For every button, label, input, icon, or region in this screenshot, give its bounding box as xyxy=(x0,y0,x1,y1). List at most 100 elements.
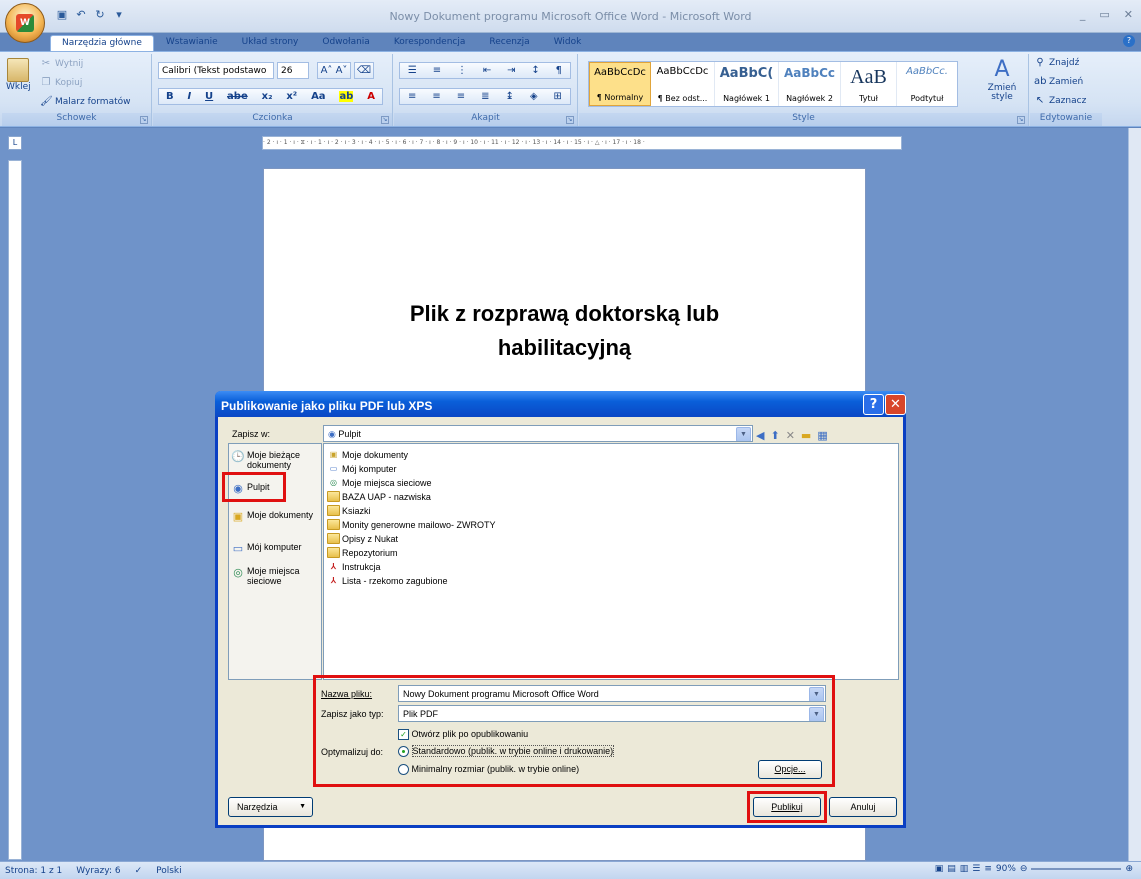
paste-button[interactable]: Wklej xyxy=(6,58,31,92)
spellcheck-icon[interactable]: ✓ xyxy=(135,866,143,876)
outline-icon[interactable]: ☰ xyxy=(972,864,980,874)
list-item[interactable]: ◎ Moje miejsca sieciowe xyxy=(327,476,432,489)
optimize-standard-radio[interactable]: Standardowo (publik. w trybie online i d… xyxy=(398,745,615,758)
list-item[interactable]: BAZA UAP - nazwiska xyxy=(327,490,431,503)
highlight-icon[interactable]: ab xyxy=(339,91,354,102)
zoom-level[interactable]: 90% xyxy=(996,864,1016,874)
tab-references[interactable]: Odwołania xyxy=(310,34,381,51)
file-list[interactable]: ▣ Moje dokumenty ▭ Mój komputer ◎ Moje miej… xyxy=(323,443,899,680)
optimize-minimal-radio[interactable]: Minimalny rozmiar (publik. w trybie onli… xyxy=(398,764,579,776)
place-network[interactable]: ◎ Moje miejsca sieciowe xyxy=(231,566,319,586)
cut-button[interactable]: ✂ Wytnij xyxy=(40,58,84,70)
place-my-computer[interactable]: ▭ Mój komputer xyxy=(231,542,319,556)
tab-view[interactable]: Widok xyxy=(542,34,594,51)
underline-icon[interactable]: U xyxy=(205,91,213,102)
publish-button[interactable]: Publikuj xyxy=(753,797,821,817)
case-icon[interactable]: Aa xyxy=(311,91,326,102)
filename-field[interactable]: Nowy Dokument programu Microsoft Office … xyxy=(398,685,826,702)
list-item[interactable]: Ksiazki xyxy=(327,504,371,517)
word-count[interactable]: Wyrazy: 6 xyxy=(76,866,120,876)
line-spacing-icon[interactable]: ↨ xyxy=(505,91,513,102)
chevron-down-icon[interactable]: ▼ xyxy=(736,427,751,441)
clipboard-launcher-icon[interactable]: ↘ xyxy=(140,116,148,124)
place-recent[interactable]: 🕒 Moje bieżące dokumenty xyxy=(231,450,319,470)
superscript-icon[interactable]: x² xyxy=(286,91,297,102)
language[interactable]: Polski xyxy=(156,866,182,876)
options-button[interactable]: Opcje... xyxy=(758,760,822,779)
numbering-icon[interactable]: ≡ xyxy=(433,65,441,76)
list-item[interactable]: Repozytorium xyxy=(327,546,398,559)
grow-shrink-font-button[interactable]: A˄ A˅ xyxy=(317,62,351,79)
save-in-combo[interactable]: ◉ Pulpit ▼ xyxy=(323,425,753,442)
align-left-icon[interactable]: ≡ xyxy=(408,91,416,102)
list-item[interactable]: ⅄ Lista - rzekomo zagubione xyxy=(327,574,448,587)
filetype-select[interactable]: Plik PDF ▼ xyxy=(398,705,826,722)
web-layout-icon[interactable]: ▥ xyxy=(960,864,969,874)
pilcrow-icon[interactable]: ¶ xyxy=(556,65,562,76)
help-icon[interactable]: ? xyxy=(1123,35,1135,47)
chevron-down-icon[interactable]: ▼ xyxy=(809,707,824,721)
style-subtitle[interactable]: AaBbCc. Podtytuł xyxy=(897,62,957,106)
clear-format-icon[interactable]: ⌫ xyxy=(354,62,374,79)
views-icon[interactable]: ▦ xyxy=(817,429,827,442)
subscript-icon[interactable]: x₂ xyxy=(262,91,273,102)
dialog-help-icon[interactable]: ? xyxy=(863,394,884,415)
zoom-slider[interactable] xyxy=(1031,868,1122,870)
list-toolbar[interactable]: ☰ ≡ ⋮ ⇤ ⇥ ↕ ¶ xyxy=(399,62,571,79)
zoom-out-icon[interactable]: ⊖ xyxy=(1020,864,1028,874)
minimize-icon[interactable]: _ xyxy=(1080,8,1086,21)
copy-button[interactable]: ❐ Kopiuj xyxy=(40,77,83,89)
format-painter-button[interactable]: 🖌 Malarz formatów xyxy=(40,96,130,108)
find-button[interactable]: ⚲ Znajdź xyxy=(1034,57,1079,69)
outdent-icon[interactable]: ⇥ xyxy=(507,65,515,76)
page-count[interactable]: Strona: 1 z 1 xyxy=(5,866,62,876)
list-item[interactable]: ▭ Mój komputer xyxy=(327,462,397,475)
font-launcher-icon[interactable]: ↘ xyxy=(381,116,389,124)
vertical-scrollbar[interactable] xyxy=(1128,128,1141,861)
font-size-combo[interactable]: 26 xyxy=(277,62,309,79)
shading-icon[interactable]: ◈ xyxy=(530,91,538,102)
tab-mailings[interactable]: Korespondencja xyxy=(382,34,478,51)
list-item[interactable]: ⅄ Instrukcja xyxy=(327,560,380,573)
up-folder-icon[interactable]: ⬆ xyxy=(770,429,779,442)
change-styles-button[interactable]: A Zmień style xyxy=(982,56,1022,102)
open-after-checkbox[interactable]: ✓ Otwórz plik po opublikowaniu xyxy=(398,729,528,741)
print-layout-icon[interactable]: ▣ xyxy=(935,864,944,874)
tab-selector-icon[interactable]: L xyxy=(8,136,22,150)
strike-icon[interactable]: abe xyxy=(227,91,248,102)
select-button[interactable]: ↖ Zaznacz xyxy=(1034,95,1087,107)
list-item[interactable]: ▣ Moje dokumenty xyxy=(327,448,408,461)
align-right-icon[interactable]: ≡ xyxy=(457,91,465,102)
horizontal-ruler[interactable]: · 2 · ı · 1 · ı · ⧖ · ı · 1 · ı · 2 · ı … xyxy=(262,136,902,150)
justify-icon[interactable]: ≣ xyxy=(481,91,489,102)
align-toolbar[interactable]: ≡ ≡ ≡ ≣ ↨ ◈ ⊞ xyxy=(399,88,571,105)
tab-review[interactable]: Recenzja xyxy=(477,34,541,51)
vertical-ruler[interactable] xyxy=(8,160,22,860)
delete-icon[interactable]: ✕ xyxy=(786,429,795,442)
document-heading[interactable]: Plik z rozprawą doktorską lub habilitacy… xyxy=(264,297,865,365)
style-normal[interactable]: AaBbCcDc ¶ Normalny xyxy=(589,62,651,106)
borders-icon[interactable]: ⊞ xyxy=(554,91,562,102)
tab-home[interactable]: Narzędzia główne xyxy=(50,35,154,51)
back-icon[interactable]: ◀ xyxy=(756,429,764,442)
style-title[interactable]: AaB Tytuł xyxy=(841,62,897,106)
dialog-close-icon[interactable]: ✕ xyxy=(885,394,906,415)
close-icon[interactable]: ✕ xyxy=(1124,8,1133,21)
style-heading-2[interactable]: AaBbCc Nagłówek 2 xyxy=(779,62,841,106)
chevron-down-icon[interactable]: ▼ xyxy=(809,687,824,701)
restore-icon[interactable]: ▭ xyxy=(1099,8,1109,21)
full-screen-icon[interactable]: ▤ xyxy=(947,864,956,874)
bullets-icon[interactable]: ☰ xyxy=(408,65,417,76)
font-name-combo[interactable]: Calibri (Tekst podstawo xyxy=(158,62,274,79)
indent-icon[interactable]: ⇤ xyxy=(483,65,491,76)
style-heading-1[interactable]: AaBbC(Nagłówek 1 xyxy=(715,62,779,106)
style-no-spacing[interactable]: AaBbCcDc ¶ Bez odst... xyxy=(651,62,715,106)
place-my-documents[interactable]: ▣ Moje dokumenty xyxy=(231,510,319,524)
draft-icon[interactable]: ≡ xyxy=(984,864,992,874)
office-button[interactable]: W xyxy=(5,3,45,43)
font-format-toolbar[interactable]: B I Uabe x₂ x² Aa ab A xyxy=(158,88,383,105)
place-desktop[interactable]: ◉ Pulpit xyxy=(231,482,319,496)
list-item[interactable]: Opisy z Nukat xyxy=(327,532,398,545)
multilevel-icon[interactable]: ⋮ xyxy=(457,65,467,76)
tab-insert[interactable]: Wstawianie xyxy=(154,34,230,51)
